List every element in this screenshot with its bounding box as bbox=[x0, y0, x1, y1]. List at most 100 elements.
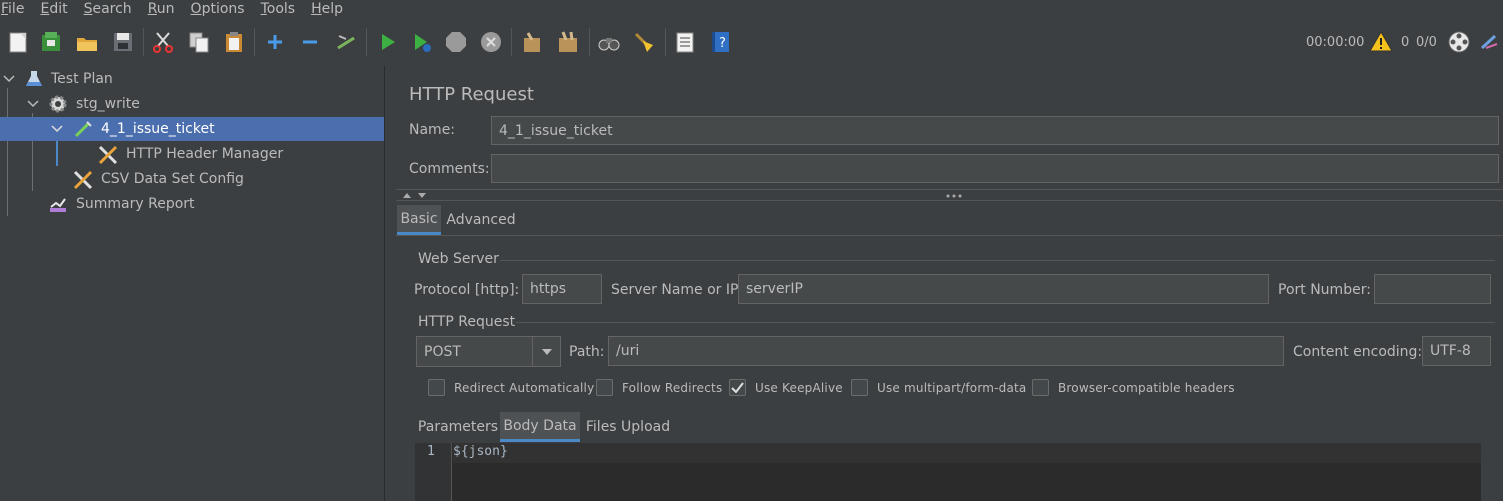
collapse-all-icon[interactable] bbox=[297, 28, 323, 56]
shutdown-icon[interactable] bbox=[478, 28, 504, 56]
tree-node-summary-report[interactable]: Summary Report bbox=[0, 192, 384, 216]
chevron-down-icon[interactable] bbox=[532, 337, 560, 366]
chevron-down-icon[interactable] bbox=[2, 72, 16, 86]
follow-redirects-checkbox[interactable]: Follow Redirects bbox=[596, 379, 722, 396]
menu-search[interactable]: Search bbox=[84, 1, 132, 17]
port-label: Port Number: bbox=[1278, 282, 1371, 298]
checkbox-box[interactable] bbox=[1032, 379, 1049, 396]
tab-parameters-label: Parameters bbox=[417, 419, 499, 435]
tab-files-upload[interactable]: Files Upload bbox=[583, 412, 673, 442]
open-icon[interactable] bbox=[74, 28, 100, 56]
menu-tools[interactable]: Tools bbox=[261, 1, 296, 17]
tree-label-sampler: 4_1_issue_ticket bbox=[101, 121, 215, 137]
elapsed-time: 00:00:00 bbox=[1306, 35, 1365, 50]
path-label: Path: bbox=[569, 344, 605, 360]
clear-all-icon[interactable] bbox=[555, 28, 581, 56]
web-server-group-title: Web Server bbox=[418, 251, 499, 267]
menu-help[interactable]: Help bbox=[311, 1, 343, 17]
editor-line[interactable]: ${json} bbox=[453, 444, 508, 459]
editor-scrollbar[interactable] bbox=[1481, 443, 1491, 501]
splitter-grip-icon bbox=[946, 194, 962, 198]
start-icon[interactable] bbox=[374, 28, 400, 56]
http-request-group-title: HTTP Request bbox=[418, 314, 516, 330]
clear-icon[interactable] bbox=[519, 28, 545, 56]
warning-count: 0 bbox=[1401, 35, 1410, 50]
path-field[interactable]: /uri bbox=[608, 336, 1284, 366]
tab-basic[interactable]: Basic bbox=[397, 205, 441, 235]
browser-headers-checkbox[interactable]: Browser-compatible headers bbox=[1032, 379, 1235, 396]
new-icon[interactable] bbox=[5, 28, 31, 56]
start-no-pauses-icon[interactable] bbox=[409, 28, 435, 56]
save-icon[interactable] bbox=[110, 28, 136, 56]
remote-icon[interactable] bbox=[1446, 28, 1472, 56]
checkbox-box[interactable] bbox=[851, 379, 868, 396]
name-field[interactable]: 4_1_issue_ticket bbox=[491, 116, 1499, 145]
menu-run-mnemonic: R bbox=[147, 1, 157, 17]
log-viewer-icon[interactable] bbox=[1477, 28, 1501, 56]
server-field[interactable]: serverIP bbox=[738, 274, 1269, 304]
warning-icon[interactable] bbox=[1369, 28, 1393, 56]
splitter-arrows-icon[interactable] bbox=[402, 191, 430, 199]
checkbox-box[interactable] bbox=[428, 379, 445, 396]
follow-redirects-label: Follow Redirects bbox=[622, 380, 723, 395]
menu-bar: File Edit Search Run Options Tools Help bbox=[0, 0, 1503, 18]
tree-node-thread-group[interactable]: stg_write bbox=[0, 92, 384, 116]
checkbox-box[interactable] bbox=[596, 379, 613, 396]
tree-splitter[interactable] bbox=[384, 66, 396, 501]
use-multipart-checkbox[interactable]: Use multipart/form-data bbox=[851, 379, 1027, 396]
use-keepalive-label: Use KeepAlive bbox=[755, 380, 843, 395]
thread-count: 0/0 bbox=[1416, 35, 1437, 50]
use-multipart-label: Use multipart/form-data bbox=[877, 380, 1027, 395]
cut-icon[interactable] bbox=[150, 28, 176, 56]
menu-run[interactable]: Run bbox=[148, 1, 175, 17]
protocol-field[interactable]: https bbox=[522, 274, 602, 304]
menu-options-mnemonic: O bbox=[190, 1, 202, 17]
help-icon[interactable]: ? bbox=[708, 28, 734, 56]
tab-divider bbox=[396, 235, 1503, 236]
wrench-icon bbox=[98, 145, 118, 165]
chevron-down-icon[interactable] bbox=[26, 97, 40, 111]
toolbar-separator bbox=[366, 28, 367, 56]
protocol-field-value: https bbox=[530, 281, 567, 297]
port-field[interactable] bbox=[1374, 274, 1491, 304]
tree-node-test-plan[interactable]: Test Plan bbox=[0, 67, 384, 91]
binoculars-icon[interactable] bbox=[596, 28, 622, 56]
method-select[interactable]: POST bbox=[416, 336, 561, 367]
checkbox-box[interactable] bbox=[729, 379, 746, 396]
tree-node-csv-config[interactable]: CSV Data Set Config bbox=[0, 167, 384, 191]
menu-options[interactable]: Options bbox=[191, 1, 245, 17]
stop-icon[interactable] bbox=[443, 28, 469, 56]
chevron-down-icon[interactable] bbox=[50, 122, 64, 136]
expand-all-icon[interactable] bbox=[262, 28, 288, 56]
toggle-icon[interactable] bbox=[333, 28, 359, 56]
tree-node-header-manager[interactable]: HTTP Header Manager bbox=[0, 142, 384, 166]
copy-icon[interactable] bbox=[186, 28, 212, 56]
menu-edit-mnemonic: E bbox=[40, 1, 50, 17]
tab-body-data-label: Body Data bbox=[503, 417, 577, 434]
tab-advanced[interactable]: Advanced bbox=[445, 205, 517, 235]
tree-node-sampler[interactable]: 4_1_issue_ticket bbox=[0, 117, 384, 141]
redirect-automatically-checkbox[interactable]: Redirect Automatically bbox=[428, 379, 594, 396]
menu-options-rest: ptions bbox=[201, 1, 245, 17]
group-divider bbox=[500, 260, 1495, 261]
paste-icon[interactable] bbox=[221, 28, 247, 56]
redirect-automatically-label: Redirect Automatically bbox=[454, 380, 595, 395]
templates-icon[interactable] bbox=[38, 28, 64, 56]
comments-field[interactable] bbox=[491, 154, 1499, 183]
svg-text:?: ? bbox=[719, 36, 726, 51]
function-helper-icon[interactable] bbox=[672, 28, 698, 56]
comments-label: Comments: bbox=[409, 161, 490, 177]
protocol-label: Protocol [http]: bbox=[414, 282, 520, 298]
menu-tools-rest: ools bbox=[266, 1, 296, 17]
toolbar-separator bbox=[665, 28, 666, 56]
menu-edit[interactable]: Edit bbox=[40, 1, 67, 17]
reset-search-icon[interactable] bbox=[631, 28, 657, 56]
pipette-icon bbox=[74, 121, 92, 138]
menu-file[interactable]: File bbox=[1, 1, 24, 17]
tab-body-data[interactable]: Body Data bbox=[500, 412, 580, 442]
method-select-value: POST bbox=[424, 343, 461, 360]
tab-parameters[interactable]: Parameters bbox=[417, 412, 499, 442]
use-keepalive-checkbox[interactable]: Use KeepAlive bbox=[729, 379, 843, 396]
encoding-field[interactable]: UTF-8 bbox=[1422, 336, 1491, 366]
menu-help-rest: elp bbox=[321, 1, 344, 17]
